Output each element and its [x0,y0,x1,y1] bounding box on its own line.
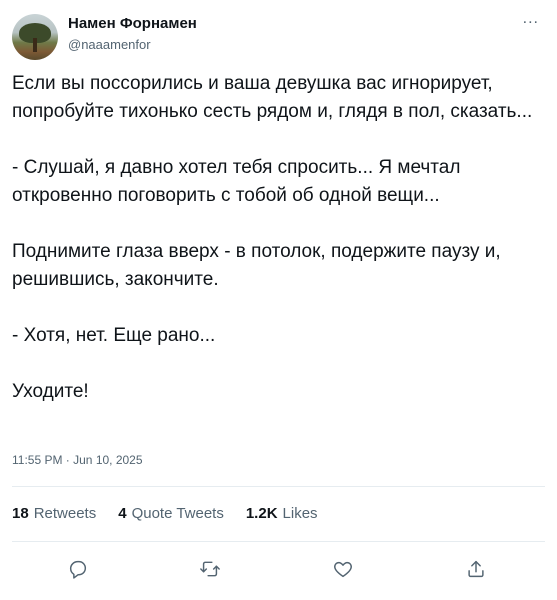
tweet-stats: 18 Retweets 4 Quote Tweets 1.2K Likes [12,505,340,522]
tweet-paragraph: - Хотя, нет. Еще рано... [12,325,216,346]
avatar[interactable] [12,14,58,60]
heart-icon [334,561,352,578]
retweet-icon [200,561,220,577]
more-options-icon[interactable]: ... [523,10,539,28]
share-icon [468,560,484,578]
tweet-actions [0,551,557,587]
retweets-label: Retweets [33,505,97,522]
retweets-count: 18 [12,505,29,522]
quotes-stat[interactable]: 4 Quote Tweets [118,505,224,522]
quotes-count: 4 [118,505,127,522]
retweets-stat[interactable]: 18 Retweets [12,505,96,522]
quotes-label: Quote Tweets [131,505,224,522]
like-button[interactable] [325,551,361,587]
likes-count: 1.2K [245,505,278,522]
divider [12,541,545,542]
reply-icon [69,560,87,579]
tweet-paragraph: Уходите! [12,381,89,402]
tweet-timestamp[interactable]: 11:55 PM · Jun 10, 2025 [12,453,143,467]
share-button[interactable] [458,551,494,587]
author-handle[interactable]: @naaamenfor [68,37,151,52]
tweet-paragraph: - Слушай, я давно хотел тебя спросить...… [12,157,461,206]
likes-stat[interactable]: 1.2K Likes [246,505,318,522]
reply-button[interactable] [60,551,96,587]
author-name[interactable]: Намен Форнамен [68,15,197,32]
tweet-paragraph: Поднимите глаза вверх - в потолок, подер… [12,241,501,290]
avatar-trunk [33,38,37,52]
likes-label: Likes [282,505,318,522]
tweet-text: Если вы поссорились и ваша девушка вас и… [12,70,547,406]
tweet-paragraph: Если вы поссорились и ваша девушка вас и… [12,73,533,122]
retweet-button[interactable] [192,551,228,587]
divider [12,486,545,487]
